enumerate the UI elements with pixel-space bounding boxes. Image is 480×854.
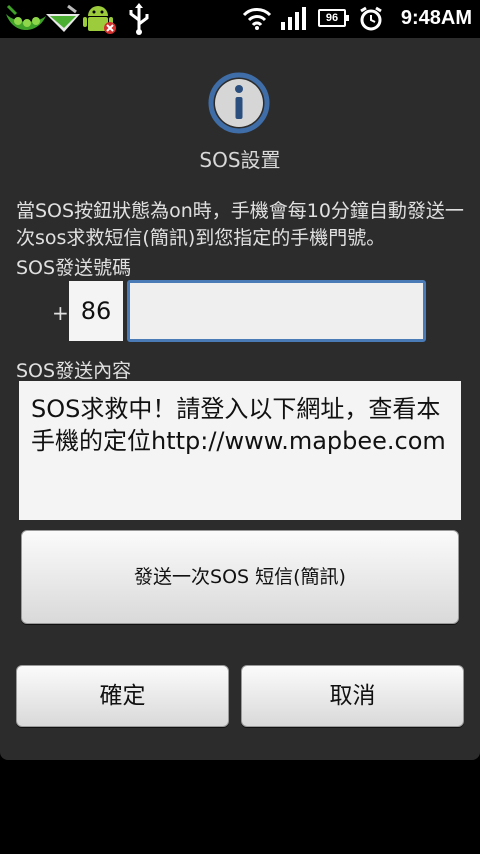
sos-description: 當SOS按鈕狀態為on時，手機會每10分鐘自動發送一次sos求救短信(簡訊)到您… <box>16 200 464 249</box>
dialog-title: SOS設置 <box>199 148 281 172</box>
send-sos-once-button[interactable]: 發送一次SOS 短信(簡訊) <box>21 530 459 624</box>
sos-content-label: SOS發送內容 <box>16 360 132 382</box>
alarm-icon <box>360 6 382 31</box>
country-code-field[interactable]: 86 <box>69 281 123 341</box>
plus-sign: + <box>52 301 69 325</box>
clock-time: 9:48AM <box>400 7 472 29</box>
battery-icon: 96 <box>318 9 349 27</box>
phone-number-input[interactable] <box>127 280 426 342</box>
sos-number-label: SOS發送號碼 <box>16 257 132 279</box>
android-debug-icon <box>83 6 116 34</box>
cancel-button[interactable]: 取消 <box>241 665 464 727</box>
screen: 96 9:48AM SOS設置 當SOS按鈕狀態為on時，手機會每10分鐘自動發… <box>0 0 480 854</box>
pea-pod-icon <box>6 4 46 30</box>
sos-message-input[interactable]: SOS求救中！請登入以下網址，查看本手機的定位http://www.mapbee… <box>19 381 461 520</box>
status-bar: 96 9:48AM <box>0 0 480 38</box>
signal-icon <box>281 7 306 30</box>
notification-icon <box>46 4 80 32</box>
usb-icon <box>129 3 149 35</box>
wifi-icon <box>242 8 272 30</box>
sos-settings-dialog: SOS設置 當SOS按鈕狀態為on時，手機會每10分鐘自動發送一次sos求救短信… <box>0 38 480 760</box>
info-icon <box>208 72 270 134</box>
ok-button[interactable]: 確定 <box>16 665 229 727</box>
